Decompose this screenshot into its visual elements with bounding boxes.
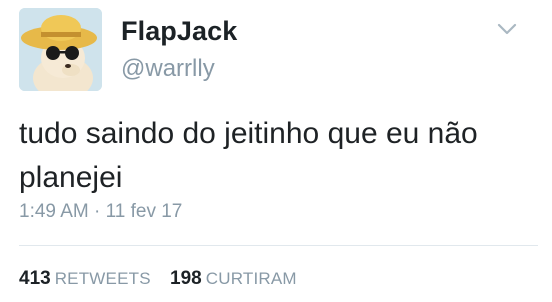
tweet-date: 11 fev 17 [105, 201, 183, 222]
retweets-count: 413 [19, 268, 51, 289]
likes-stat[interactable]: 198 CURTIRAM [170, 268, 297, 290]
likes-label: CURTIRAM [205, 269, 297, 288]
avatar[interactable] [19, 8, 102, 91]
dog-avatar-image [19, 8, 102, 91]
tweet-timestamp[interactable]: 1:49 AM · 11 fev 17 [19, 201, 182, 223]
divider [19, 245, 538, 246]
likes-count: 198 [170, 268, 202, 289]
chevron-down-icon[interactable] [497, 22, 517, 36]
tweet-stats: 413 RETWEETS 198 CURTIRAM [19, 268, 311, 290]
retweets-label: RETWEETS [54, 269, 151, 288]
meta-separator: · [94, 201, 101, 222]
tweet-time: 1:49 AM [19, 201, 89, 222]
retweets-stat[interactable]: 413 RETWEETS [19, 268, 151, 290]
tweet-text: tudo saindo do jeitinho que eu não plane… [19, 117, 478, 194]
user-handle[interactable]: @warrlly [121, 55, 215, 83]
display-name[interactable]: FlapJack [121, 16, 237, 47]
